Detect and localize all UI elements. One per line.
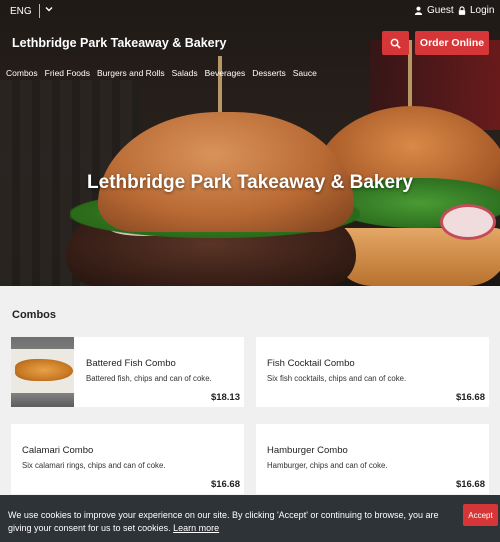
menu-item-description: Hamburger, chips and can of coke. bbox=[267, 461, 388, 470]
nav-item-beverages[interactable]: Beverages bbox=[205, 68, 246, 82]
menu-item-price: $18.13 bbox=[210, 392, 240, 403]
cookie-text: We use cookies to improve your experienc… bbox=[8, 510, 439, 533]
lock-icon bbox=[458, 6, 466, 15]
login-link[interactable]: Login bbox=[458, 5, 494, 16]
radish-slice bbox=[440, 204, 496, 240]
brand-name[interactable]: Lethbridge Park Takeaway & Bakery bbox=[12, 36, 226, 50]
menu-item-name: Hamburger Combo bbox=[267, 445, 348, 456]
food-image bbox=[11, 337, 74, 407]
hero-title: Lethbridge Park Takeaway & Bakery bbox=[87, 172, 413, 193]
menu-item-card[interactable]: Calamari Combo Six calamari rings, chips… bbox=[11, 424, 244, 494]
learn-more-link[interactable]: Learn more bbox=[173, 523, 219, 533]
menu-item-description: Six fish cocktails, chips and can of cok… bbox=[267, 374, 407, 383]
guest-link[interactable]: Guest bbox=[414, 5, 454, 16]
order-online-button[interactable]: Order Online bbox=[415, 31, 489, 55]
cookie-banner: We use cookies to improve your experienc… bbox=[0, 495, 500, 542]
search-button[interactable] bbox=[382, 31, 409, 55]
user-icon bbox=[414, 6, 423, 15]
nav-item-salads[interactable]: Salads bbox=[172, 68, 198, 82]
nav-item-combos[interactable]: Combos bbox=[6, 68, 38, 82]
language-selector[interactable]: ENG bbox=[10, 6, 32, 17]
menu-item-card[interactable]: Hamburger Combo Hamburger, chips and can… bbox=[256, 424, 489, 494]
menu-item-card[interactable]: Battered Fish Combo Battered fish, chips… bbox=[11, 337, 244, 407]
login-label: Login bbox=[470, 5, 495, 16]
top-bar: ENG Guest Login bbox=[0, 0, 500, 24]
search-icon bbox=[390, 38, 401, 49]
menu-item-name: Battered Fish Combo bbox=[86, 358, 176, 369]
menu-item-description: Six calamari rings, chips and can of cok… bbox=[22, 461, 166, 470]
menu-item-name: Fish Cocktail Combo bbox=[267, 358, 355, 369]
battered-fish bbox=[15, 359, 73, 381]
nav-item-fried-foods[interactable]: Fried Foods bbox=[45, 68, 90, 82]
nav-item-sauce[interactable]: Sauce bbox=[293, 68, 317, 82]
section-title: Combos bbox=[12, 309, 56, 321]
accept-cookies-button[interactable]: Accept bbox=[463, 504, 498, 526]
menu-item-price: $16.68 bbox=[455, 392, 485, 403]
chevron-down-icon[interactable] bbox=[44, 4, 54, 14]
nav-item-burgers-and-rolls[interactable]: Burgers and Rolls bbox=[97, 68, 165, 82]
menu-item-price: $16.68 bbox=[455, 479, 485, 490]
category-nav: Combos Fried Foods Burgers and Rolls Sal… bbox=[0, 68, 317, 82]
menu-item-price: $16.68 bbox=[210, 479, 240, 490]
guest-label: Guest bbox=[427, 5, 454, 16]
menu-item-card[interactable]: Fish Cocktail Combo Six fish cocktails, … bbox=[256, 337, 489, 407]
divider bbox=[39, 4, 40, 18]
menu-item-description: Battered fish, chips and can of coke. bbox=[86, 374, 212, 383]
cookie-message: We use cookies to improve your experienc… bbox=[8, 509, 448, 535]
skewer bbox=[218, 56, 222, 116]
nav-item-desserts[interactable]: Desserts bbox=[252, 68, 286, 82]
menu-item-name: Calamari Combo bbox=[22, 445, 94, 456]
